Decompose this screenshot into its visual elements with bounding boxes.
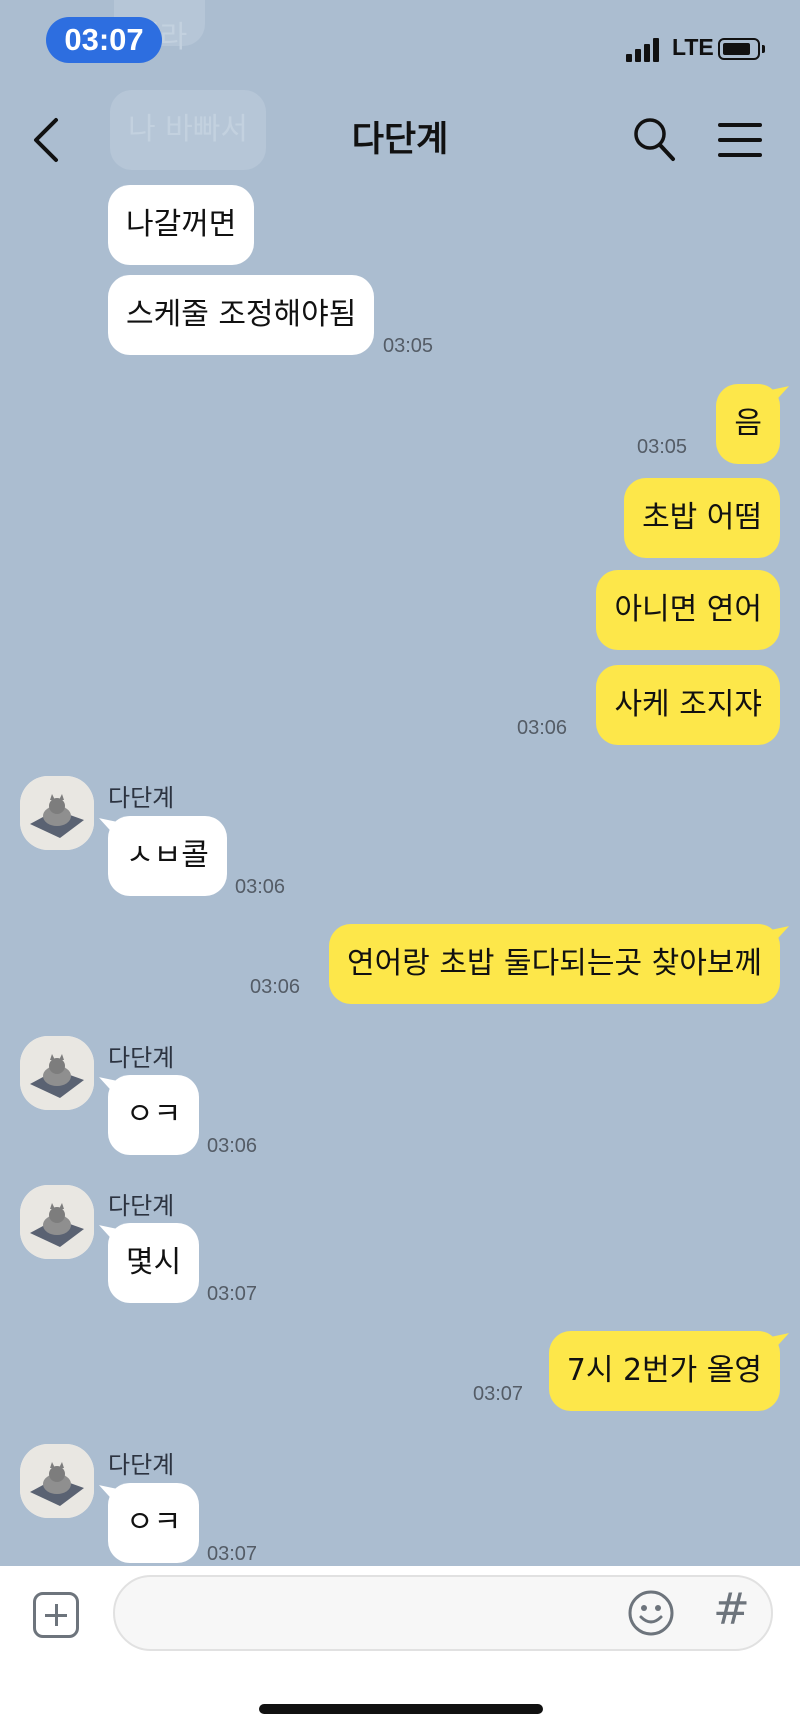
avatar[interactable] [20,1036,94,1110]
emoji-icon[interactable] [627,1589,675,1637]
plus-icon[interactable] [33,1592,79,1638]
message-bubble[interactable]: 7시 2번가 올영 [548,1331,780,1411]
message-bubble[interactable]: 사케 조지쟈 [596,665,780,745]
sender-name: 다단계 [108,1044,175,1072]
message-bubble[interactable]: ㅅㅂ콜 [108,816,227,896]
signal-icon [626,38,666,62]
sender-name: 다단계 [108,1192,175,1220]
avatar[interactable] [20,1185,94,1259]
message-bubble[interactable]: 연어랑 초밥 둘다되는곳 찾아보께 [328,924,780,1004]
message-time: 03:05 [637,436,688,458]
message-bubble[interactable]: ㅇㅋ [108,1075,200,1155]
message-time: 03:06 [207,1135,258,1157]
sender-name: 다단계 [108,1451,175,1479]
message-time: 03:06 [517,717,568,739]
avatar[interactable] [20,1444,94,1518]
message-bubble[interactable]: 몇시 [108,1223,200,1303]
message-bubble[interactable]: 아니면 연어 [596,570,780,650]
message-bubble[interactable]: 음 [716,384,780,464]
menu-icon[interactable] [718,122,762,158]
network-label: LTE [672,34,714,60]
message-bubble[interactable]: ㅇㅋ [108,1483,200,1563]
battery-icon [718,38,765,60]
chat-title: 다단계 [351,120,449,160]
hashtag-button[interactable]: # [713,1584,750,1635]
status-time: 03:07 [46,17,162,63]
sender-name: 다단계 [108,784,175,812]
message-time: 03:06 [235,876,286,898]
avatar[interactable] [20,776,94,850]
message-bubble[interactable]: 초밥 어떰 [624,478,780,558]
message-bubble[interactable]: 스케줄 조정해야됨 [108,275,375,355]
home-indicator [259,1704,543,1714]
message-time: 03:07 [473,1383,524,1405]
message-time: 03:07 [207,1543,258,1565]
message-time: 03:05 [383,335,434,357]
message-bubble[interactable]: 나갈꺼면 [108,185,255,265]
message-time: 03:06 [250,976,301,998]
search-icon[interactable] [631,114,677,164]
message-time: 03:07 [207,1283,258,1305]
